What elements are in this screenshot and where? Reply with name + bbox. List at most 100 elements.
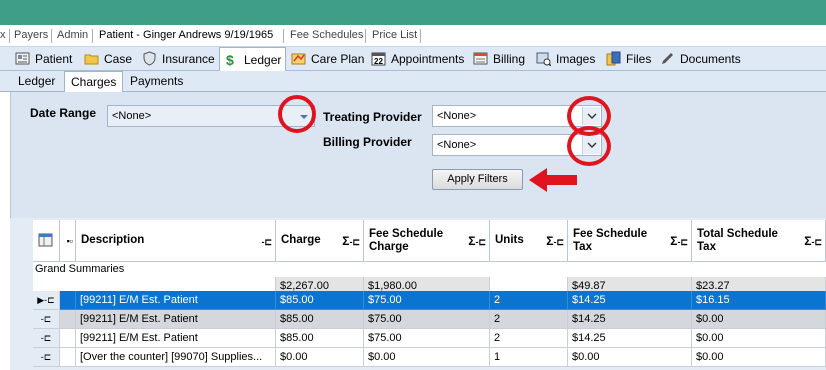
module-tab-images[interactable]: Images	[536, 47, 595, 70]
sum-pin-icon[interactable]: Σ-⊏	[468, 234, 486, 248]
module-tab-case[interactable]: Case	[84, 47, 132, 70]
module-tab-files[interactable]: Files	[606, 47, 651, 70]
svg-text:$: $	[226, 52, 234, 67]
sum-pin-icon[interactable]: Σ-⊏	[804, 234, 822, 248]
column-header-charge[interactable]: Charge Σ-⊏	[276, 220, 364, 262]
cell-fee-schedule-tax[interactable]: $0.00	[568, 348, 692, 367]
apply-filters-button[interactable]: Apply Filters	[432, 169, 523, 190]
module-tab-label: Insurance	[162, 51, 215, 66]
svg-text:22: 22	[374, 57, 383, 66]
column-header-description[interactable]: Description -⊏	[76, 220, 276, 262]
module-tab-label: Case	[104, 51, 133, 66]
dollar-icon: $	[224, 52, 239, 68]
row-pin-cell	[60, 291, 76, 310]
module-tab-label: Billing	[493, 51, 526, 66]
tab-price-list[interactable]: Price List	[372, 29, 417, 41]
row-indicator-icon[interactable]: -⊏	[33, 329, 60, 348]
cell-total-schedule-tax[interactable]: $0.00	[692, 310, 826, 329]
tab-close-fragment[interactable]: x	[0, 29, 6, 41]
grid-corner[interactable]	[33, 220, 60, 262]
tab-admin[interactable]: Admin	[57, 29, 88, 41]
cell-description[interactable]: [Over the counter] [99070] Supplies...	[76, 348, 276, 367]
subtab-charges[interactable]: Charges	[64, 71, 124, 92]
tab-divider	[283, 29, 284, 43]
cell-charge[interactable]: $85.00	[276, 310, 364, 329]
cell-charge[interactable]: $0.00	[276, 348, 364, 367]
module-tab-billing[interactable]: Billing	[473, 47, 525, 70]
cell-total-schedule-tax[interactable]: $0.00	[692, 329, 826, 348]
grid-pin-column[interactable]: ▪▫	[60, 220, 76, 262]
subtab-ledger[interactable]: Ledger	[18, 71, 55, 91]
tab-patient[interactable]: Patient - Ginger Andrews 9/19/1965	[99, 29, 273, 41]
module-tab-label: Patient	[35, 51, 73, 66]
pin-icon[interactable]: -⊏	[261, 234, 272, 248]
billing-provider-value: <None>	[437, 139, 477, 151]
cell-fee-schedule-charge[interactable]: $75.00	[364, 329, 490, 348]
cell-units[interactable]: 2	[490, 310, 568, 329]
row-pin-cell	[60, 348, 76, 367]
cell-total-schedule-tax[interactable]: $16.15	[692, 291, 826, 310]
module-tab-care-plan[interactable]: Care Plan	[291, 47, 364, 70]
grand-summaries-row: Grand Summaries	[33, 262, 826, 278]
cell-charge[interactable]: $85.00	[276, 329, 364, 348]
date-range-label: Date Range	[30, 106, 97, 120]
sum-pin-icon[interactable]: Σ-⊏	[546, 234, 564, 248]
cell-units[interactable]: 2	[490, 329, 568, 348]
cell-fee-schedule-charge[interactable]: $0.00	[364, 348, 490, 367]
images-icon	[536, 51, 552, 67]
cell-description[interactable]: [99211] E/M Est. Patient	[76, 310, 276, 329]
tab-fee-schedules[interactable]: Fee Schedules	[290, 29, 363, 41]
subtab-payments[interactable]: Payments	[130, 71, 183, 91]
date-range-value: <None>	[112, 110, 152, 122]
treating-provider-label: Treating Provider	[323, 110, 422, 124]
module-tab-documents[interactable]: Documents	[660, 47, 741, 70]
module-tab-label: Files	[626, 51, 652, 66]
patient-card-icon	[15, 51, 30, 66]
cell-total-schedule-tax[interactable]: $0.00	[692, 348, 826, 367]
document-tab-strip: x Payers Admin Patient - Ginger Andrews …	[0, 26, 826, 47]
module-tab-label: Care Plan	[311, 51, 365, 66]
cell-units[interactable]: 1	[490, 348, 568, 367]
cell-fee-schedule-tax[interactable]: $14.25	[568, 291, 692, 310]
tab-divider	[92, 29, 93, 43]
highlight-circle	[278, 95, 316, 133]
row-indicator-icon[interactable]: ▶-⊏	[33, 291, 60, 310]
ledger-sub-tab-bar: Ledger Charges Payments	[0, 71, 826, 92]
column-header-fee-schedule-tax[interactable]: Fee Schedule Tax Σ-⊏	[568, 220, 692, 262]
module-tab-insurance[interactable]: Insurance	[142, 47, 215, 70]
cell-units[interactable]: 2	[490, 291, 568, 310]
row-indicator-icon[interactable]: -⊏	[33, 348, 60, 367]
cell-description[interactable]: [99211] E/M Est. Patient	[76, 329, 276, 348]
cell-description[interactable]: [99211] E/M Est. Patient	[76, 291, 276, 310]
module-tab-label: Ledger	[244, 52, 282, 67]
sum-pin-icon[interactable]: Σ-⊏	[670, 234, 688, 248]
tab-payers[interactable]: Payers	[14, 29, 48, 41]
module-tab-label: Appointments	[391, 51, 465, 66]
row-indicator-icon[interactable]: -⊏	[33, 310, 60, 329]
column-header-fee-schedule-charge[interactable]: Fee Schedule Charge Σ-⊏	[364, 220, 490, 262]
column-header-label: Charge	[281, 234, 321, 246]
module-tab-ledger[interactable]: $ Ledger	[219, 47, 287, 71]
cell-fee-schedule-tax[interactable]: $14.25	[568, 329, 692, 348]
module-tab-appointments[interactable]: 22 Appointments	[371, 47, 464, 70]
column-header-total-schedule-tax[interactable]: Total Schedule Tax Σ-⊏	[692, 220, 826, 262]
pen-icon	[660, 51, 675, 66]
calendar-icon: 22	[371, 51, 386, 66]
column-header-label: Units	[495, 234, 524, 246]
cell-fee-schedule-charge[interactable]: $75.00	[364, 310, 490, 329]
billing-provider-label: Billing Provider	[323, 135, 412, 149]
column-header-units[interactable]: Units Σ-⊏	[490, 220, 568, 262]
column-header-label: Total Schedule Tax	[697, 228, 778, 253]
highlight-circle	[567, 126, 611, 166]
pin-icon[interactable]: ▪▫	[67, 233, 73, 247]
grand-summaries-label: Grand Summaries	[35, 263, 125, 275]
module-tab-patient[interactable]: Patient	[15, 47, 72, 70]
column-chooser-icon[interactable]	[38, 232, 54, 251]
cell-charge[interactable]: $85.00	[276, 291, 364, 310]
cell-fee-schedule-tax[interactable]: $14.25	[568, 310, 692, 329]
module-tab-label: Images	[556, 51, 596, 66]
sum-pin-icon[interactable]: Σ-⊏	[342, 234, 360, 248]
cell-fee-schedule-charge[interactable]: $75.00	[364, 291, 490, 310]
column-header-label: Description	[81, 234, 145, 246]
shield-icon	[142, 51, 157, 66]
